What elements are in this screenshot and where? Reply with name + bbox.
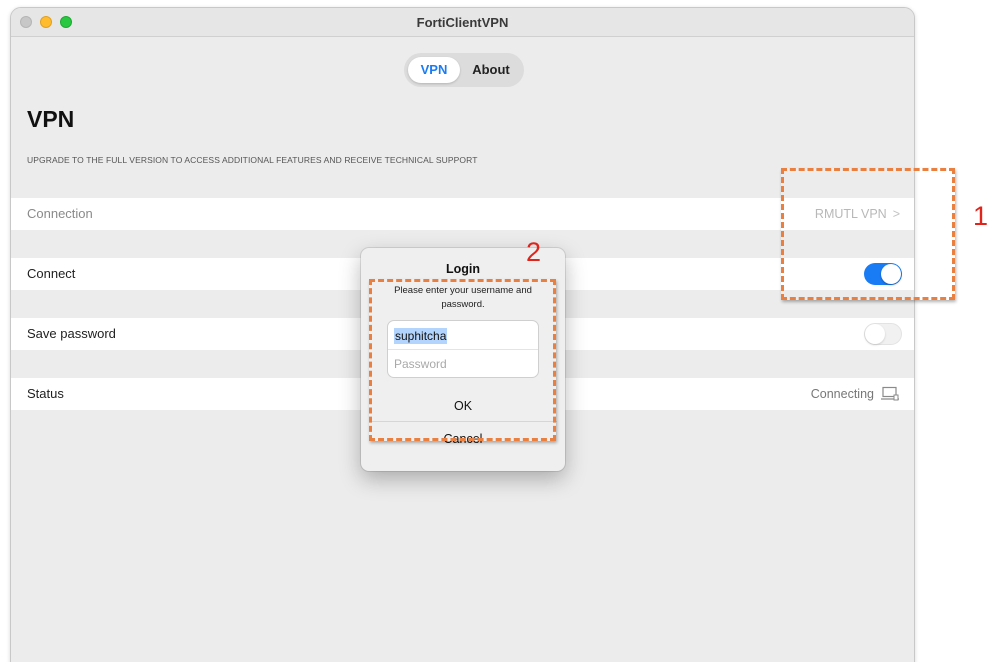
- annotation-number-2: 2: [526, 237, 542, 267]
- status-value: Connecting: [811, 378, 900, 410]
- status-label: Status: [27, 386, 64, 401]
- tab-about[interactable]: About: [462, 57, 520, 83]
- annotation-box-2: [369, 279, 556, 441]
- status-text: Connecting: [810, 387, 874, 401]
- save-password-toggle[interactable]: [864, 323, 902, 345]
- title-bar: FortiClientVPN: [11, 8, 914, 37]
- tab-switcher: VPN About: [404, 53, 524, 87]
- toggle-knob: [865, 324, 885, 344]
- annotation-box-1: [781, 168, 955, 300]
- computer-icon: [881, 386, 899, 401]
- screenshot-stage: FortiClientVPN VPN About VPN UPGRADE TO …: [0, 0, 994, 662]
- tab-vpn[interactable]: VPN: [408, 57, 460, 83]
- window-title: FortiClientVPN: [416, 15, 509, 30]
- connect-label: Connect: [27, 266, 76, 281]
- upgrade-notice: UPGRADE TO THE FULL VERSION TO ACCESS AD…: [27, 155, 478, 165]
- annotation-number-1: 1: [973, 201, 989, 231]
- connection-label: Connection: [27, 206, 93, 221]
- save-password-label: Save password: [27, 326, 116, 341]
- connection-row[interactable]: Connection RMUTL VPN >: [11, 198, 914, 230]
- page-title: VPN: [27, 106, 75, 132]
